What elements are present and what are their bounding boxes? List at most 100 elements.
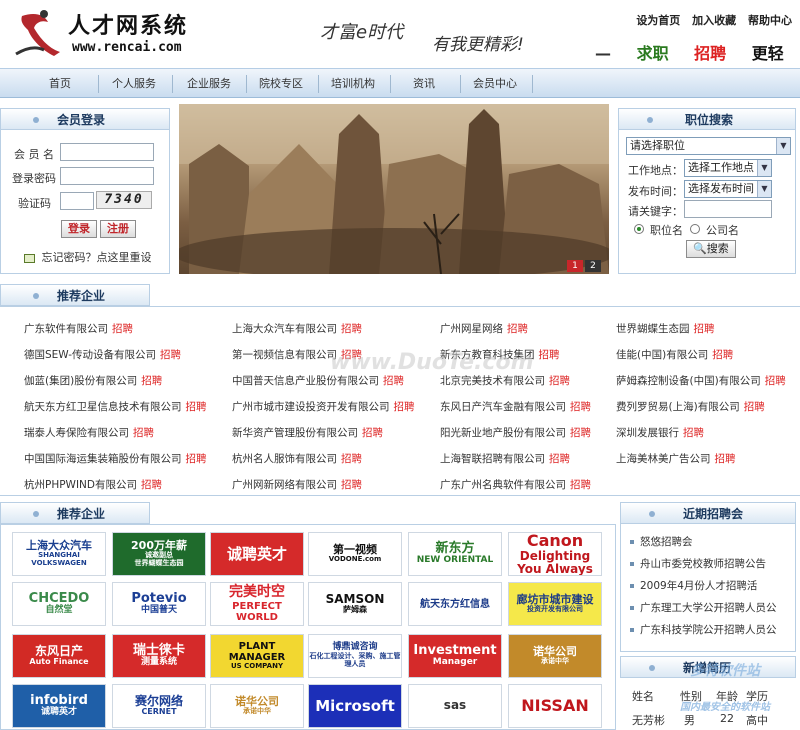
hire-tag[interactable]: 招聘 bbox=[507, 323, 528, 335]
banner-image[interactable]: 12 bbox=[179, 104, 609, 274]
nav-home[interactable]: 首页 bbox=[30, 69, 90, 99]
company-logo[interactable]: Microsoft bbox=[308, 684, 402, 728]
company-logo[interactable]: 航天东方红信息 bbox=[408, 582, 502, 626]
recent-fair-item[interactable]: 广东科技学院公开招聘人员公 bbox=[630, 622, 777, 637]
hire-tag[interactable]: 招聘 bbox=[341, 479, 362, 491]
hire-tag[interactable]: 招聘 bbox=[141, 375, 162, 387]
register-button[interactable]: 注册 bbox=[100, 220, 136, 238]
search-button[interactable]: 🔍搜索 bbox=[686, 240, 736, 258]
company-link[interactable]: 航天东方红卫星信息技术有限公司 招聘 bbox=[24, 399, 207, 414]
company-logo[interactable]: 200万年薪 诚邀副总 世界蝴蝶生态园 bbox=[112, 532, 206, 576]
help-center-link[interactable]: 帮助中心 bbox=[748, 14, 792, 27]
hire-tag[interactable]: 招聘 bbox=[683, 427, 704, 439]
company-logo[interactable]: Investment Manager bbox=[408, 634, 502, 678]
company-link[interactable]: 广州网星网络 招聘 bbox=[440, 321, 528, 336]
company-link[interactable]: 佳能(中国)有限公司 招聘 bbox=[616, 347, 733, 362]
company-link[interactable]: 上海大众汽车有限公司 招聘 bbox=[232, 321, 362, 336]
set-homepage-link[interactable]: 设为首页 bbox=[636, 14, 680, 27]
hire-tag[interactable]: 招聘 bbox=[570, 401, 591, 413]
hire-tag[interactable]: 招聘 bbox=[186, 401, 207, 413]
company-link[interactable]: 广州市城市建设投资开发有限公司 招聘 bbox=[232, 399, 415, 414]
hire-tag[interactable]: 招聘 bbox=[712, 349, 733, 361]
company-link[interactable]: 杭州名人服饰有限公司 招聘 bbox=[232, 451, 362, 466]
company-logo[interactable]: 上海大众汽车 SHANGHAI VOLKSWAGEN bbox=[12, 532, 106, 576]
company-link[interactable]: 新华资产管理股份有限公司 招聘 bbox=[232, 425, 383, 440]
forgot-password-link[interactable]: 忘记密码？点这里重设 bbox=[24, 249, 152, 265]
hire-tag[interactable]: 招聘 bbox=[160, 349, 181, 361]
hire-tag[interactable]: 招聘 bbox=[141, 479, 162, 491]
company-link[interactable]: 广东软件有限公司 招聘 bbox=[24, 321, 133, 336]
nav-enterprise[interactable]: 企业服务 bbox=[178, 69, 240, 99]
recent-fair-item[interactable]: 怒悠招聘会 bbox=[630, 534, 693, 549]
hire-tag[interactable]: 招聘 bbox=[765, 375, 786, 387]
company-link[interactable]: 杭州PHPWIND有限公司 招聘 bbox=[24, 477, 162, 492]
position-select[interactable]: 请选择职位 ▼ bbox=[626, 137, 791, 155]
time-select[interactable]: 选择发布时间 ▼ bbox=[684, 180, 772, 198]
recent-fair-item[interactable]: 舟山市委党校教师招聘公告 bbox=[630, 556, 766, 571]
location-select[interactable]: 选择工作地点 ▼ bbox=[684, 159, 772, 177]
company-logo[interactable]: 完美时空 PERFECT WORLD bbox=[210, 582, 304, 626]
hire-tag[interactable]: 招聘 bbox=[112, 323, 133, 335]
company-logo[interactable]: Potevio 中国普天 bbox=[112, 582, 206, 626]
password-input[interactable] bbox=[60, 167, 154, 185]
company-link[interactable]: 费列罗贸易(上海)有限公司 招聘 bbox=[616, 399, 765, 414]
company-logo[interactable]: 赛尔网络 CERNET bbox=[112, 684, 206, 728]
hire-tag[interactable]: 招聘 bbox=[394, 401, 415, 413]
company-logo[interactable]: 第一视频 VODONE.com bbox=[308, 532, 402, 576]
company-link[interactable]: 广东广州名典软件有限公司 招聘 bbox=[440, 477, 591, 492]
nav-news[interactable]: 资讯 bbox=[394, 69, 454, 99]
hire-tag[interactable]: 招聘 bbox=[133, 427, 154, 439]
company-link[interactable]: 深圳发展银行 招聘 bbox=[616, 425, 704, 440]
hire-tag[interactable]: 招聘 bbox=[362, 427, 383, 439]
company-link[interactable]: 中国国际海运集装箱股份有限公司 招聘 bbox=[24, 451, 207, 466]
company-link[interactable]: 广州网新网络有限公司 招聘 bbox=[232, 477, 362, 492]
company-link[interactable]: 第一视频信息有限公司 招聘 bbox=[232, 347, 362, 362]
nav-member-center[interactable]: 会员中心 bbox=[464, 69, 526, 99]
company-logo[interactable]: 东风日产 Auto Finance bbox=[12, 634, 106, 678]
hire-tag[interactable]: 招聘 bbox=[549, 375, 570, 387]
company-logo[interactable]: NISSAN bbox=[508, 684, 602, 728]
company-logo[interactable]: SAMSON 萨姆森 bbox=[308, 582, 402, 626]
company-logo[interactable]: 诺华公司 承诺中华 bbox=[210, 684, 304, 728]
company-logo[interactable]: sas bbox=[408, 684, 502, 728]
company-logo[interactable]: 博鼎诚咨询 石化工程设计、采购、施工管理人员 bbox=[308, 634, 402, 678]
nav-personal[interactable]: 个人服务 bbox=[104, 69, 164, 99]
company-link[interactable]: 上海智联招聘有限公司 招聘 bbox=[440, 451, 570, 466]
hire-tag[interactable]: 招聘 bbox=[341, 349, 362, 361]
company-logo[interactable]: CHCEDO 自然堂 bbox=[12, 582, 106, 626]
captcha-image[interactable]: 7340 bbox=[96, 191, 152, 209]
hire-tag[interactable]: 招聘 bbox=[570, 427, 591, 439]
hire-tag[interactable]: 招聘 bbox=[383, 375, 404, 387]
username-input[interactable] bbox=[60, 143, 154, 161]
company-link[interactable]: 瑞泰人寿保险有限公司 招聘 bbox=[24, 425, 154, 440]
banner-page-2[interactable]: 2 bbox=[585, 260, 601, 272]
login-button[interactable]: 登录 bbox=[61, 220, 97, 238]
hire-tag[interactable]: 招聘 bbox=[744, 401, 765, 413]
recent-fair-item[interactable]: 广东理工大学公开招聘人员公 bbox=[630, 600, 777, 615]
hire-tag[interactable]: 招聘 bbox=[539, 349, 560, 361]
hire-tag[interactable]: 招聘 bbox=[694, 323, 715, 335]
keyword-input[interactable] bbox=[684, 200, 772, 218]
resume-cell-name[interactable]: 无芳彬 bbox=[632, 712, 665, 728]
recent-fair-item[interactable]: 2009年4月份人才招聘活 bbox=[630, 578, 757, 593]
company-link[interactable]: 德国SEW-传动设备有限公司 招聘 bbox=[24, 347, 181, 362]
company-link[interactable]: 东风日产汽车金融有限公司 招聘 bbox=[440, 399, 591, 414]
company-logo[interactable]: 瑞士徕卡 测量系统 bbox=[112, 634, 206, 678]
company-logo[interactable]: 诺华公司 承诺中华 bbox=[508, 634, 602, 678]
hire-tag[interactable]: 招聘 bbox=[341, 323, 362, 335]
company-link[interactable]: 上海美林美广告公司 招聘 bbox=[616, 451, 736, 466]
company-logo[interactable]: Canon Delighting You Always bbox=[508, 532, 602, 576]
company-link[interactable]: 萨姆森控制设备(中国)有限公司 招聘 bbox=[616, 373, 786, 388]
radio-position-name[interactable] bbox=[634, 224, 644, 234]
company-logo[interactable]: 诚聘英才 bbox=[210, 532, 304, 576]
company-link[interactable]: 北京完美技术有限公司 招聘 bbox=[440, 373, 570, 388]
company-logo[interactable]: infobird 诚聘英才 bbox=[12, 684, 106, 728]
hire-tag[interactable]: 招聘 bbox=[715, 453, 736, 465]
add-favorite-link[interactable]: 加入收藏 bbox=[692, 14, 736, 27]
nav-school[interactable]: 院校专区 bbox=[250, 69, 312, 99]
company-logo[interactable]: 廊坊市城市建设 投资开发有限公司 bbox=[508, 582, 602, 626]
company-link[interactable]: 阳光新业地产股份有限公司 招聘 bbox=[440, 425, 591, 440]
nav-training[interactable]: 培训机构 bbox=[322, 69, 384, 99]
company-link[interactable]: 新东方教育科技集团 招聘 bbox=[440, 347, 560, 362]
company-link[interactable]: 世界蝴蝶生态园 招聘 bbox=[616, 321, 715, 336]
